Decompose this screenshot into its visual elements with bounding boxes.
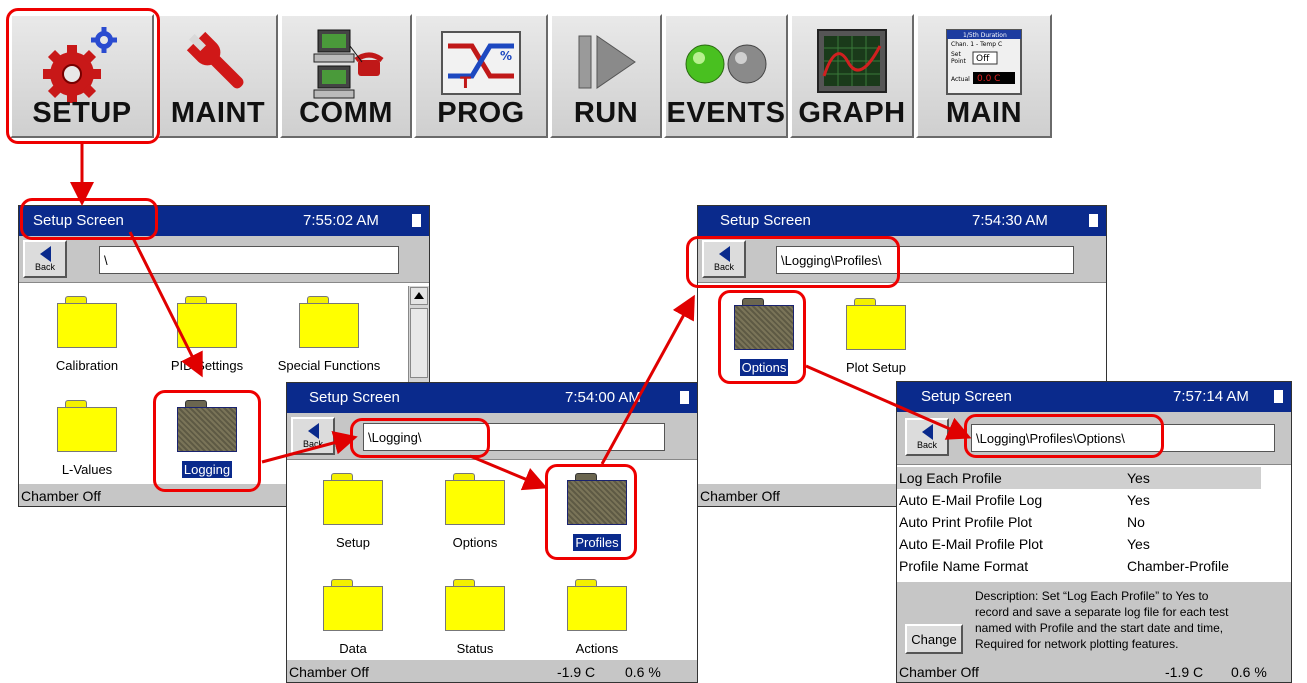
arrow-logging-to-path: [261, 431, 358, 464]
arrow-profiles-to-profiles-path: [600, 294, 695, 465]
arrow-options-to-options-path: [805, 364, 972, 440]
arrow-screen-to-logging: [128, 231, 203, 378]
arrow-path-to-profiles: [469, 454, 548, 491]
navigation-arrows: [70, 144, 972, 491]
